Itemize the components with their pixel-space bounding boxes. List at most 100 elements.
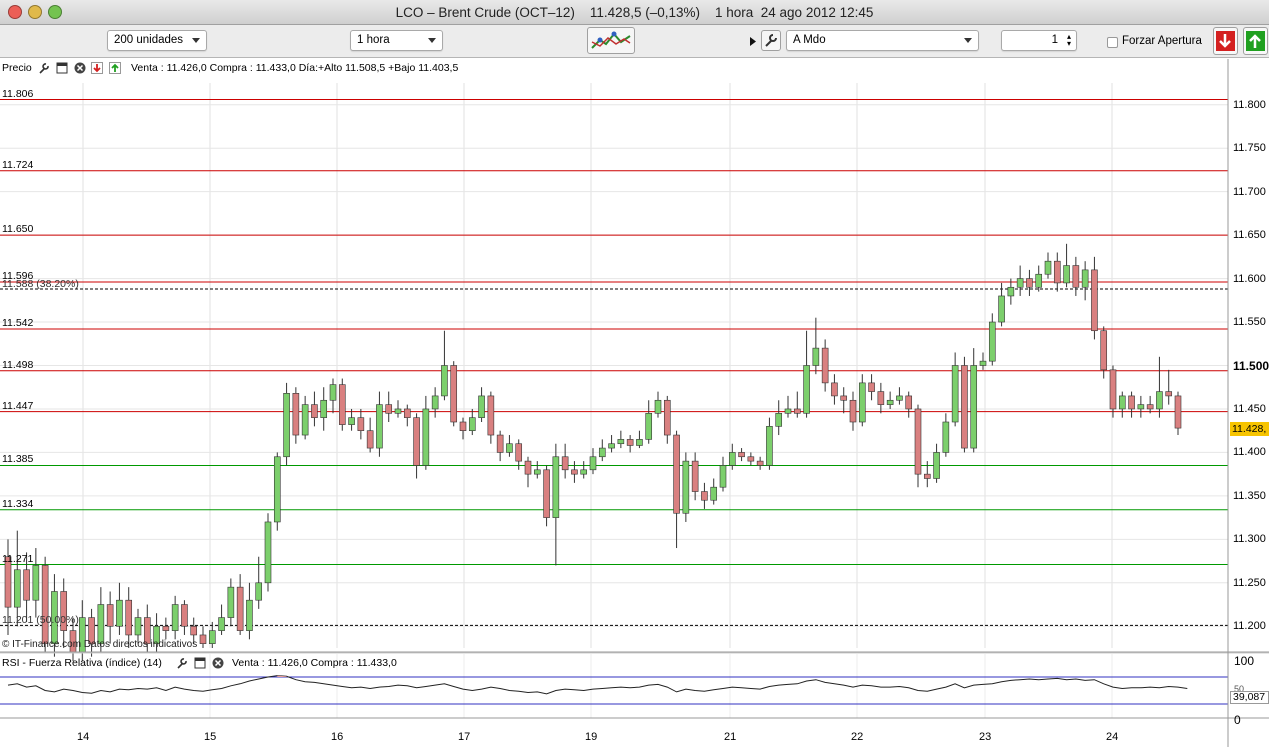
- candle-body: [487, 395, 495, 436]
- chevron-down-icon: [192, 38, 200, 43]
- y-tick-label: 11.500: [1233, 358, 1269, 373]
- window-icon[interactable]: [56, 62, 68, 74]
- candle-body: [441, 365, 448, 397]
- toolbar: 200 unidades 1 hora A Mdo 1 ▴ ▾ Forzar Ape…: [0, 25, 1269, 58]
- down-arrow-icon[interactable]: [91, 62, 103, 74]
- candle-body: [218, 617, 225, 631]
- candle-body: [1007, 286, 1015, 297]
- candle-body: [561, 456, 569, 471]
- close-icon[interactable]: [74, 62, 86, 74]
- x-tick-label: 23: [979, 731, 992, 743]
- candle-body: [784, 408, 792, 414]
- candle-body: [246, 599, 253, 631]
- candle-body: [1063, 265, 1070, 284]
- candle-body: [227, 586, 235, 618]
- candle-body: [1081, 269, 1089, 288]
- level-label: 11.385: [2, 453, 34, 466]
- candle-body: [1128, 395, 1135, 410]
- close-icon[interactable]: [212, 657, 224, 669]
- candle-body: [162, 625, 170, 631]
- candle-body: [896, 395, 903, 401]
- candle-body: [682, 460, 690, 514]
- y-tick-label: 11.600: [1233, 272, 1266, 285]
- candle-body: [691, 460, 699, 492]
- level-label: 11.806: [2, 87, 34, 100]
- stepper-arrows-icon[interactable]: ▴ ▾: [1067, 33, 1071, 48]
- y-tick-label: 11.200: [1233, 620, 1266, 633]
- candle-body: [738, 452, 745, 458]
- candle-body: [747, 456, 755, 462]
- candle-body: [979, 360, 987, 366]
- candle-body: [376, 404, 383, 449]
- candle-body: [1053, 260, 1061, 284]
- candle-body: [645, 413, 653, 440]
- candle-body: [348, 417, 355, 425]
- wrench-icon: [765, 34, 777, 47]
- candle-body: [41, 565, 49, 644]
- candle-body: [329, 384, 337, 401]
- candle-body: [236, 586, 244, 631]
- candle-body: [766, 426, 773, 466]
- wrench-icon[interactable]: [38, 62, 50, 74]
- candle-body: [413, 417, 420, 466]
- interval-select[interactable]: 1 hora: [350, 30, 443, 51]
- candle-body: [626, 439, 634, 446]
- rsi-lower-label: 0: [1234, 713, 1241, 727]
- candle-body: [394, 408, 402, 414]
- x-tick-label: 15: [204, 731, 217, 743]
- window-icon[interactable]: [194, 657, 206, 669]
- fib-label: 11.588 (38.20%): [2, 278, 79, 290]
- sell-button[interactable]: [1213, 27, 1238, 55]
- candle-body: [636, 439, 643, 446]
- wrench-icon[interactable]: [176, 657, 188, 669]
- candle-body: [608, 443, 615, 449]
- chart-style-button[interactable]: [587, 27, 635, 54]
- candle-body: [338, 384, 346, 425]
- candle-body: [1165, 391, 1173, 397]
- candle-body: [1156, 391, 1163, 410]
- up-arrow-icon[interactable]: [109, 62, 121, 74]
- candle-body: [97, 604, 105, 644]
- order-type-value: A Mdo: [793, 34, 826, 46]
- candle-body: [775, 413, 783, 427]
- candle-body: [543, 469, 550, 518]
- buy-button[interactable]: [1243, 27, 1268, 55]
- y-tick-label: 11.350: [1233, 489, 1266, 502]
- candle-body: [403, 408, 411, 418]
- fib-label: 11.201 (50.00%): [2, 614, 79, 627]
- quantity-stepper[interactable]: 1 ▴ ▾: [1001, 30, 1077, 51]
- y-tick-label: 11.550: [1233, 316, 1266, 329]
- candle-body: [264, 521, 272, 584]
- rsi-panel-title: RSI - Fuerza Relativa (índice) (14): [2, 657, 162, 669]
- units-select[interactable]: 200 unidades: [107, 30, 207, 51]
- candle-body: [311, 404, 318, 418]
- order-type-select[interactable]: A Mdo: [786, 30, 979, 51]
- candle-body: [710, 486, 718, 501]
- candle-body: [1100, 330, 1108, 371]
- y-tick-label: 11.400: [1233, 446, 1266, 459]
- candle-body: [756, 460, 764, 466]
- candle-body: [357, 417, 365, 431]
- candle-body: [998, 295, 1005, 323]
- candle-body: [1174, 395, 1182, 429]
- force-open-checkbox[interactable]: [1107, 37, 1118, 48]
- y-tick-label: 11.450: [1233, 402, 1266, 415]
- play-icon[interactable]: [750, 37, 756, 46]
- candle-body: [970, 365, 978, 449]
- sell-arrow-icon: [1216, 31, 1235, 51]
- force-open-label: Forzar Apertura: [1122, 35, 1202, 47]
- candle-body: [1118, 395, 1126, 410]
- quantity-value: 1: [1051, 34, 1058, 46]
- chevron-down-icon: [964, 38, 972, 43]
- buy-arrow-icon: [1246, 31, 1265, 51]
- window-title: LCO – Brent Crude (OCT–12) 11.428,5 (–0,…: [395, 5, 874, 20]
- y-tick-label: 11.800: [1233, 98, 1266, 111]
- current-price-tag: 11.428,: [1230, 422, 1269, 436]
- candle-body: [292, 393, 300, 436]
- candle-body: [701, 491, 708, 501]
- candle-body: [273, 456, 281, 523]
- x-tick-label: 22: [851, 731, 864, 743]
- candle-body: [1026, 278, 1033, 288]
- order-settings-button[interactable]: [761, 30, 781, 51]
- candle-body: [1016, 278, 1024, 288]
